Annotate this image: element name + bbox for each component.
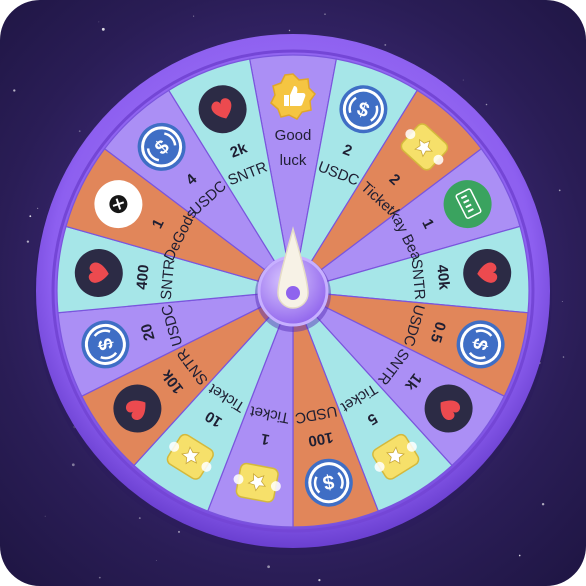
segment-label: luck [280, 152, 307, 169]
prize-wheel-card: Good luck 2 USDC 2 Ticket 1 kay Bea 40k SNTR 0.5 US… [0, 0, 586, 586]
prize-wheel[interactable]: Goodluck2USDC 2Ticket1kay Bea40kSNTR0.5US… [0, 0, 586, 586]
segment-value: 400 [133, 264, 152, 290]
segment-value: 40k [433, 264, 452, 291]
segment-label: Good [275, 127, 312, 144]
